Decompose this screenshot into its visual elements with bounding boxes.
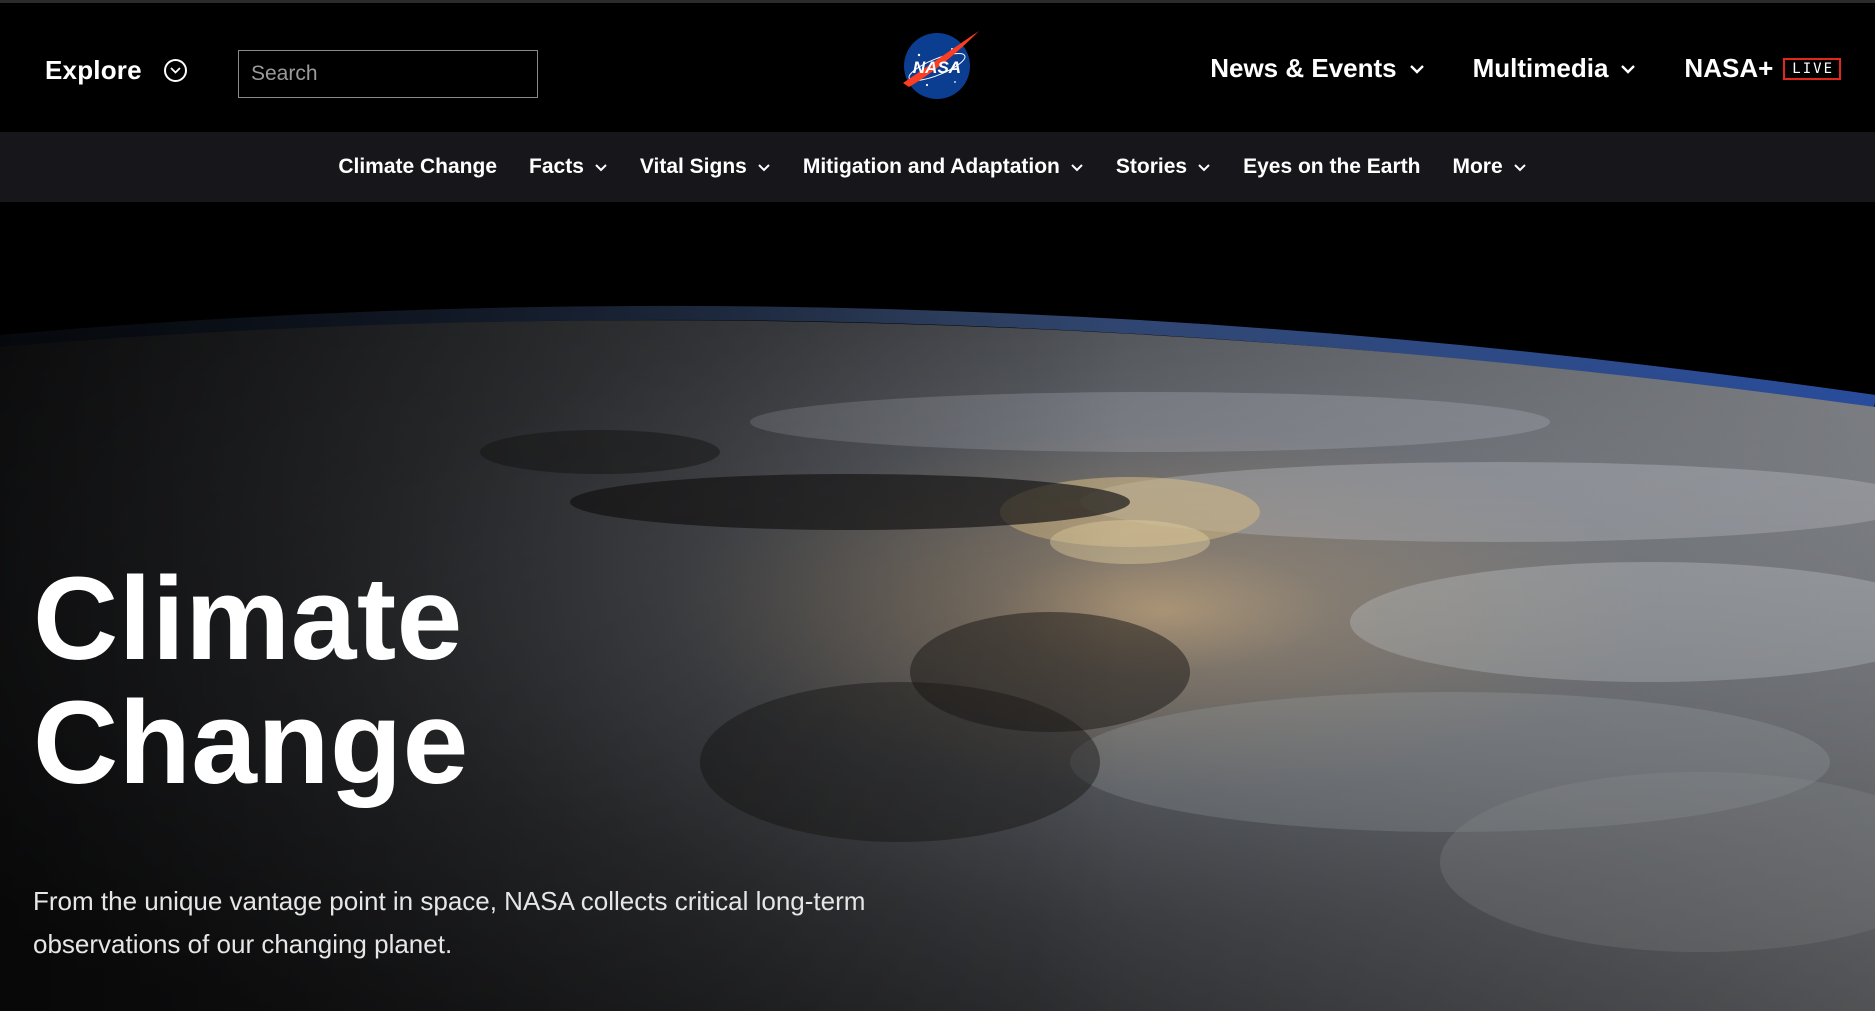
subnav-item-eyes-on-the-earth[interactable]: Eyes on the Earth xyxy=(1243,155,1420,179)
chevron-down-icon xyxy=(758,163,770,171)
subnav-item-label: More xyxy=(1452,155,1503,178)
page-title-line1: Climate xyxy=(33,553,463,685)
hero-section: Climate Change From the unique vantage p… xyxy=(0,202,1875,1011)
live-badge: LIVE xyxy=(1783,57,1841,80)
explore-label: Explore xyxy=(45,55,142,85)
climate-subnav: Climate Change Facts Vital Signs Mitigat… xyxy=(0,132,1875,202)
nav-multimedia-label: Multimedia xyxy=(1472,53,1609,83)
subnav-item-label: Facts xyxy=(529,155,584,178)
hero-description: From the unique vantage point in space, … xyxy=(33,886,866,959)
chevron-down-icon xyxy=(1621,64,1636,74)
explore-menu-button[interactable]: Explore xyxy=(45,55,187,86)
nasa-logo[interactable]: NASA xyxy=(897,27,981,101)
page-title-line2: Change xyxy=(33,677,469,809)
search-input[interactable] xyxy=(238,50,538,98)
page-title: Climate Change xyxy=(33,557,469,805)
global-header: Explore NASA News & Events xyxy=(0,0,1875,132)
chevron-down-icon xyxy=(595,163,607,171)
subnav-item-label: Vital Signs xyxy=(639,155,747,178)
subnav-item-climate-change[interactable]: Climate Change xyxy=(338,155,497,179)
nav-nasa-plus-label: NASA+ xyxy=(1684,53,1774,83)
subnav-item-label: Stories xyxy=(1115,155,1188,178)
subnav-item-stories[interactable]: Stories xyxy=(1116,155,1211,179)
chevron-down-icon xyxy=(1198,163,1210,171)
subnav-item-vital-signs[interactable]: Vital Signs xyxy=(640,155,771,179)
nav-multimedia[interactable]: Multimedia xyxy=(1473,53,1637,84)
subnav-item-facts[interactable]: Facts xyxy=(529,155,608,179)
nav-nasa-plus[interactable]: NASA+ LIVE xyxy=(1684,53,1841,84)
page: Explore NASA News & Events xyxy=(0,0,1875,1011)
subnav-item-mitigation-adaptation[interactable]: Mitigation and Adaptation xyxy=(803,155,1084,179)
logo-text: NASA xyxy=(913,58,961,77)
chevron-circle-down-icon xyxy=(163,59,187,82)
subnav-item-more[interactable]: More xyxy=(1452,155,1526,179)
subnav-item-label: Eyes on the Earth xyxy=(1243,155,1421,178)
subnav-item-label: Climate Change xyxy=(338,155,498,178)
subnav-item-label: Mitigation and Adaptation xyxy=(802,155,1060,178)
nav-news-events[interactable]: News & Events xyxy=(1210,53,1424,84)
global-nav: News & Events Multimedia NASA+ LIVE xyxy=(1162,53,1841,84)
chevron-down-icon xyxy=(1071,163,1083,171)
nav-news-events-label: News & Events xyxy=(1210,53,1397,83)
chevron-down-icon xyxy=(1409,64,1424,74)
chevron-down-icon xyxy=(1513,163,1526,171)
